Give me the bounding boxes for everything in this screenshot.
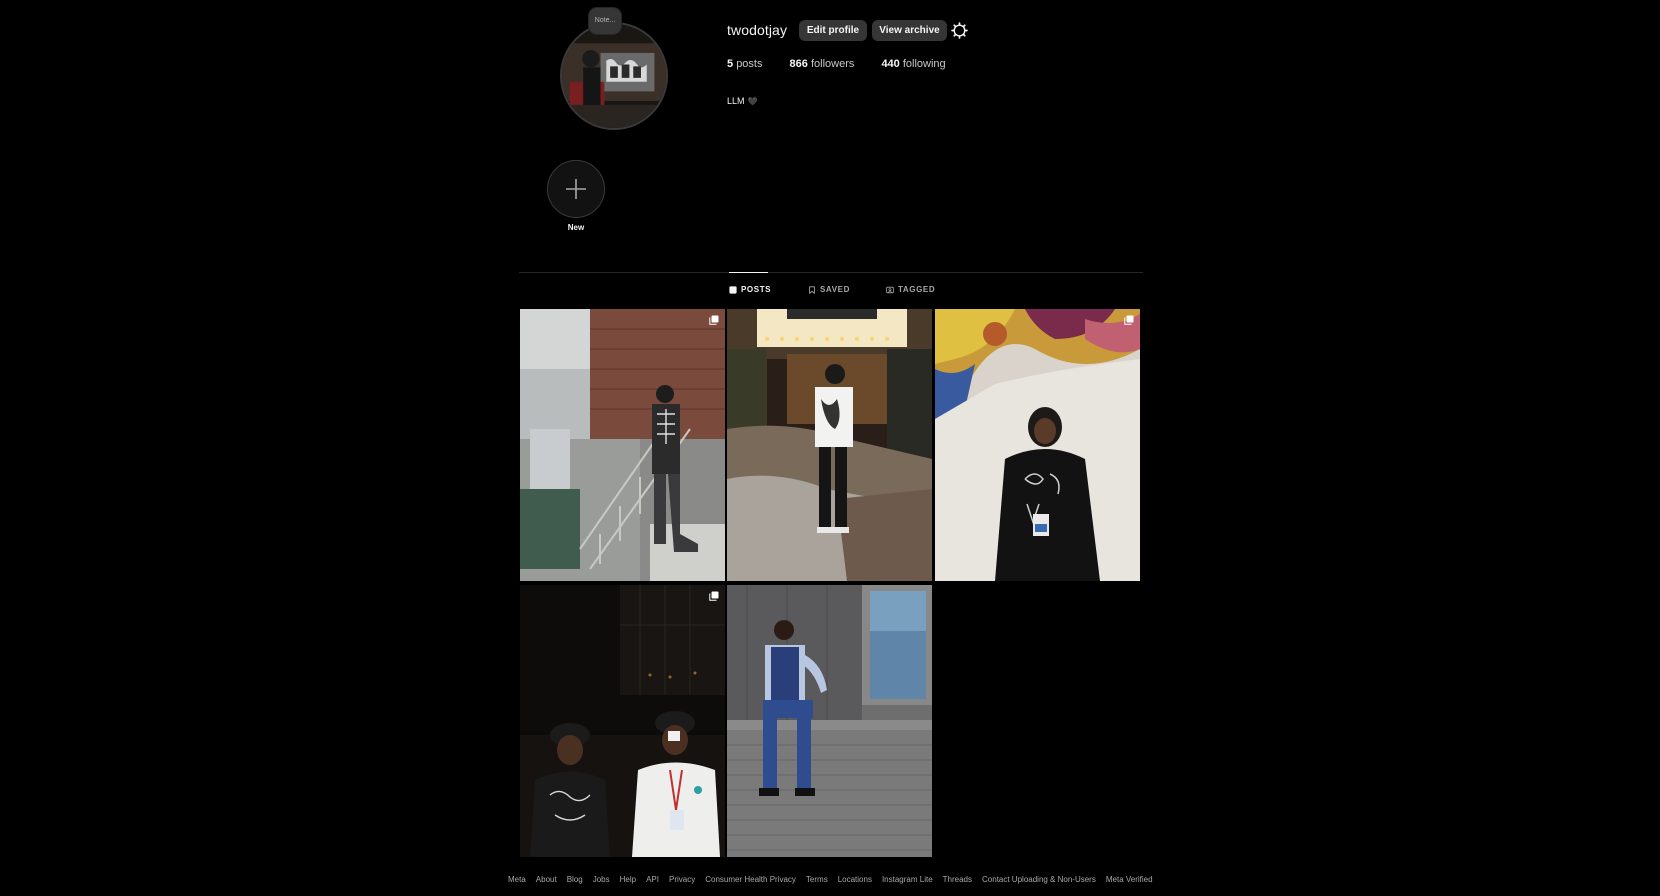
new-highlight-button[interactable]: New xyxy=(546,160,606,236)
post-image-3 xyxy=(935,309,1140,581)
followers-label: followers xyxy=(810,58,855,70)
new-highlight-circle xyxy=(547,160,605,218)
footer-link-privacy[interactable]: Privacy xyxy=(669,875,695,884)
tab-tagged-label: TAGGED xyxy=(898,285,936,294)
footer-links: Meta About Blog Jobs Help API Privacy Consumer … xyxy=(508,875,1163,885)
note-bubble[interactable]: Note... xyxy=(589,8,621,34)
followers-count: 866 xyxy=(789,58,808,70)
new-highlight-label: New xyxy=(567,223,585,232)
followers-link[interactable]: 866 followers xyxy=(790,57,855,71)
post-image-4 xyxy=(520,585,725,857)
footer-link-instagram-lite[interactable]: Instagram Lite xyxy=(882,875,933,884)
tabs-divider xyxy=(519,272,1143,273)
bio-text: LLM xyxy=(727,96,745,106)
footer-link-consumer-health-privacy[interactable]: Consumer Health Privacy xyxy=(705,875,796,884)
post-image-5 xyxy=(727,585,932,857)
footer-link-blog[interactable]: Blog xyxy=(567,875,583,884)
profile-stats: 5 posts 866 followers 440 following xyxy=(727,57,970,71)
carousel-icon xyxy=(709,591,719,601)
post-image-1 xyxy=(520,309,725,581)
footer-link-meta-verified[interactable]: Meta Verified xyxy=(1106,875,1153,884)
posts-count: 5 xyxy=(727,58,734,70)
footer-link-about[interactable]: About xyxy=(536,875,557,884)
tab-posts-label: POSTS xyxy=(741,285,772,294)
posts-label: posts xyxy=(736,58,763,70)
profile-bio: LLM 🖤 xyxy=(727,95,757,108)
footer-link-contact-uploading[interactable]: Contact Uploading & Non-Users xyxy=(982,875,1096,884)
active-tab-indicator xyxy=(729,272,768,273)
footer-link-help[interactable]: Help xyxy=(620,875,636,884)
plus-icon xyxy=(566,179,586,199)
posts-count-stat: 5 posts xyxy=(727,57,762,71)
bookmark-icon xyxy=(808,286,816,294)
tag-icon xyxy=(886,286,894,294)
tab-saved-label: SAVED xyxy=(820,285,850,294)
tab-saved[interactable]: SAVED xyxy=(808,281,850,299)
tab-tagged[interactable]: TAGGED xyxy=(886,281,935,299)
tab-posts[interactable]: POSTS xyxy=(729,281,771,299)
footer-link-locations[interactable]: Locations xyxy=(838,875,872,884)
following-label: following xyxy=(902,58,946,70)
avatar[interactable] xyxy=(560,22,668,130)
following-count: 440 xyxy=(881,58,900,70)
footer-link-terms[interactable]: Terms xyxy=(806,875,828,884)
post-thumbnail-2[interactable] xyxy=(727,309,932,581)
post-image-2 xyxy=(727,309,932,581)
footer-link-meta[interactable]: Meta xyxy=(508,875,526,884)
settings-gear-icon[interactable] xyxy=(951,22,968,39)
footer-link-threads[interactable]: Threads xyxy=(943,875,972,884)
post-thumbnail-5[interactable] xyxy=(727,585,932,857)
post-thumbnail-3[interactable] xyxy=(935,309,1140,581)
footer-link-jobs[interactable]: Jobs xyxy=(593,875,610,884)
following-link[interactable]: 440 following xyxy=(881,57,945,71)
bio-emoji: 🖤 xyxy=(747,97,758,106)
post-thumbnail-4[interactable] xyxy=(520,585,725,857)
view-archive-button[interactable]: View archive xyxy=(872,20,947,41)
post-thumbnail-1[interactable] xyxy=(520,309,725,581)
footer-link-api[interactable]: API xyxy=(646,875,659,884)
carousel-icon xyxy=(1124,315,1134,325)
edit-profile-button[interactable]: Edit profile xyxy=(799,20,867,41)
carousel-icon xyxy=(709,315,719,325)
avatar-image xyxy=(562,24,666,128)
username: twodotjay xyxy=(727,22,788,38)
grid-icon xyxy=(729,286,737,294)
profile-page: Note... twodotjay Edit profile View arch… xyxy=(0,0,1660,896)
